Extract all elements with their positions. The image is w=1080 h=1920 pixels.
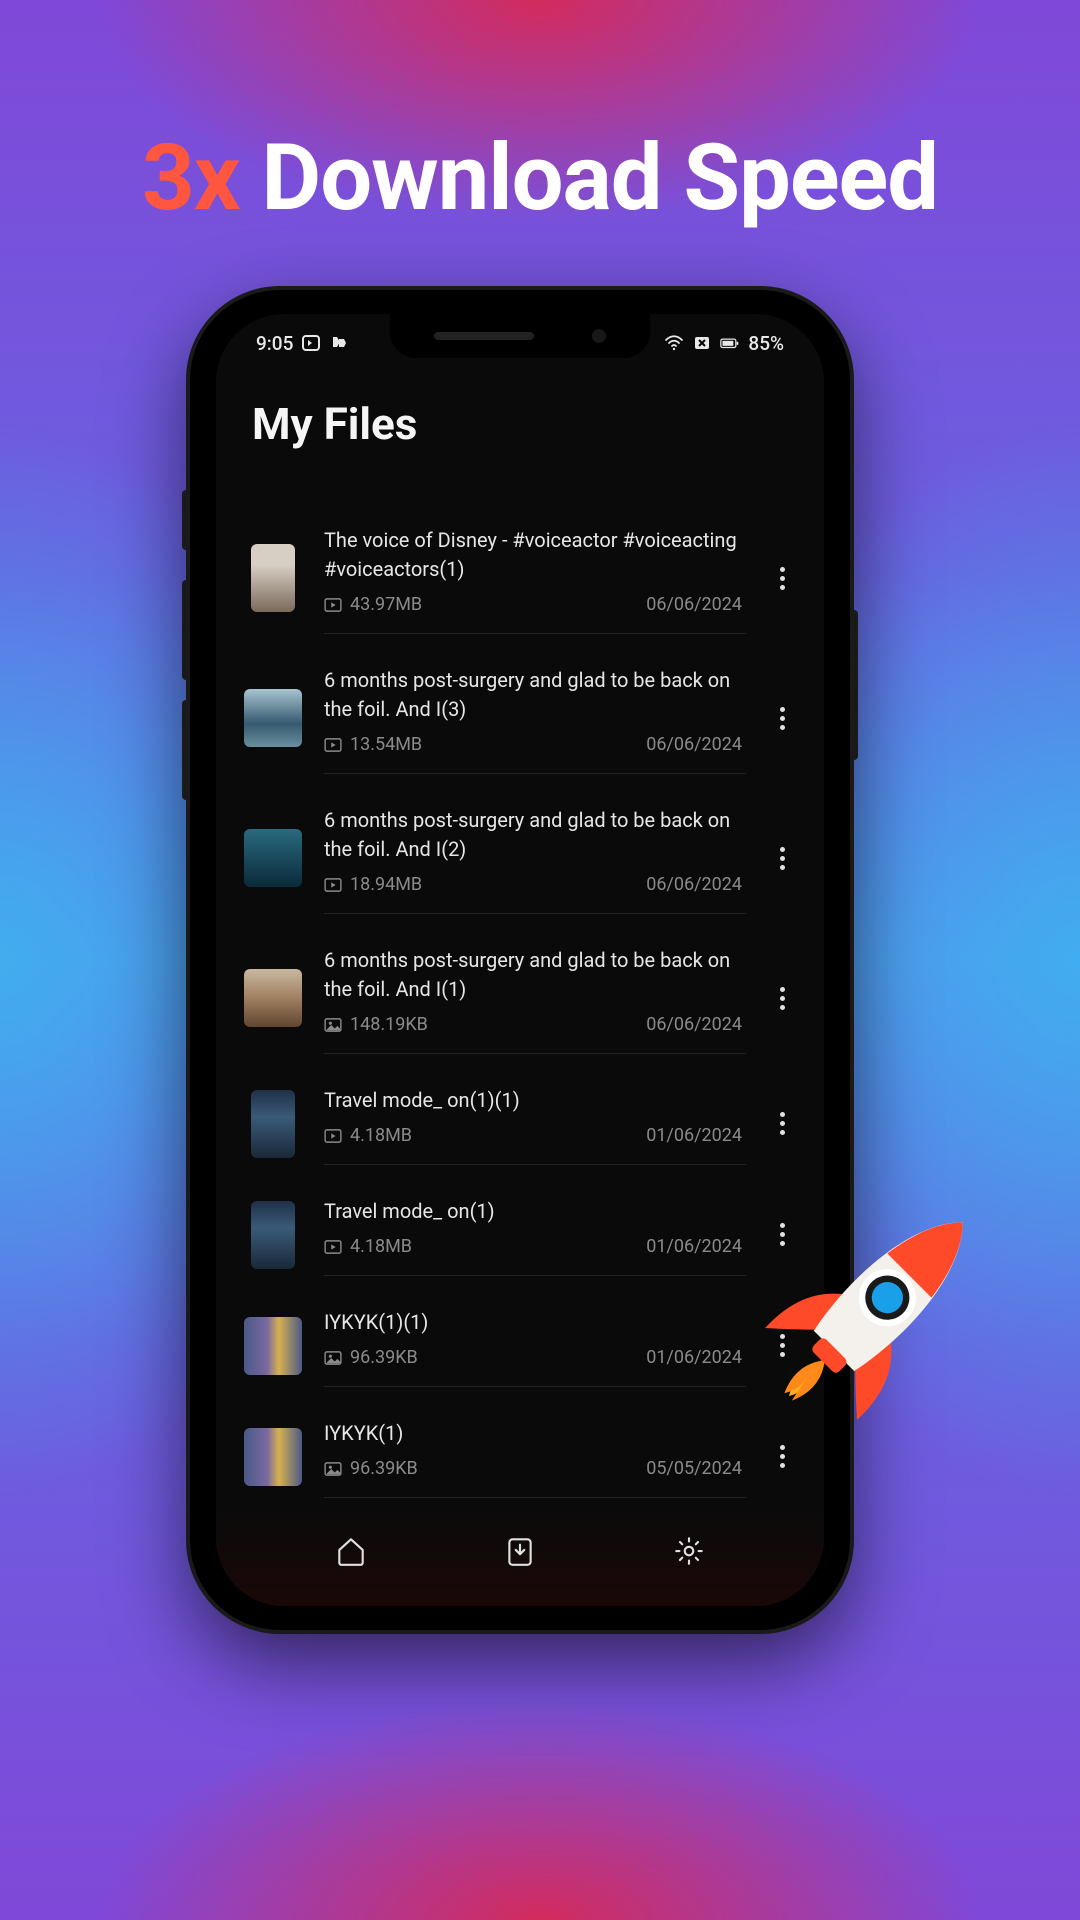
file-meta: 96.39KB 05/05/2024 (324, 1458, 742, 1479)
video-icon (324, 598, 342, 612)
nav-downloads-button[interactable] (500, 1531, 540, 1571)
page-title: My Files (216, 372, 824, 474)
file-row[interactable]: 6 months post-surgery and glad to be bac… (244, 928, 796, 1068)
file-date: 01/06/2024 (646, 1347, 742, 1368)
image-icon (324, 1462, 342, 1476)
file-date: 06/06/2024 (646, 874, 742, 895)
video-icon (324, 1240, 342, 1254)
headline: 3x Download Speed (0, 125, 1080, 232)
file-date: 06/06/2024 (646, 734, 742, 755)
file-row[interactable]: Travel mode_ on(1) 4.18MB 01/06/2024 (244, 1179, 796, 1290)
phone-side-button (182, 490, 190, 550)
file-body: Travel mode_ on(1)(1) 4.18MB 01/06/2024 (324, 1082, 746, 1165)
file-body: The voice of Disney - #voiceactor #voice… (324, 522, 746, 634)
phone-side-button (850, 610, 858, 760)
file-body: IYKYK(1) 96.39KB 05/05/2024 (324, 1415, 746, 1498)
file-body: Travel mode_ on(1) 4.18MB 01/06/2024 (324, 1193, 746, 1276)
file-row[interactable]: IYKYK(1) 96.39KB 05/05/2024 (244, 1401, 796, 1506)
file-meta: 43.97MB 06/06/2024 (324, 594, 742, 615)
file-meta: 13.54MB 06/06/2024 (324, 734, 742, 755)
file-title: 6 months post-surgery and glad to be bac… (324, 946, 742, 1004)
file-size: 96.39KB (350, 1347, 418, 1368)
more-options-button[interactable] (768, 837, 796, 880)
file-date: 01/06/2024 (646, 1125, 742, 1146)
file-body: 6 months post-surgery and glad to be bac… (324, 802, 746, 914)
file-size: 148.19KB (350, 1014, 428, 1035)
file-size: 43.97MB (350, 594, 422, 615)
file-row[interactable]: The voice of Disney - #voiceactor #voice… (244, 508, 796, 648)
file-date: 05/05/2024 (646, 1458, 742, 1479)
file-thumbnail[interactable] (244, 829, 302, 887)
nav-settings-button[interactable] (669, 1531, 709, 1571)
headline-accent: 3x (142, 125, 240, 232)
file-thumbnail[interactable] (244, 1428, 302, 1486)
file-size: 4.18MB (350, 1125, 412, 1146)
file-row[interactable]: 6 months post-surgery and glad to be bac… (244, 788, 796, 928)
battery-icon (720, 333, 740, 353)
file-title: IYKYK(1)(1) (324, 1308, 742, 1337)
file-title: IYKYK(1) (324, 1419, 742, 1448)
file-thumbnail[interactable] (251, 1201, 295, 1269)
more-options-button[interactable] (768, 1435, 796, 1478)
file-size: 96.39KB (350, 1458, 418, 1479)
phone-notch (390, 314, 650, 358)
video-icon (324, 738, 342, 752)
file-title: The voice of Disney - #voiceactor #voice… (324, 526, 742, 584)
status-battery-pct: 85% (748, 332, 784, 355)
file-meta: 18.94MB 06/06/2024 (324, 874, 742, 895)
file-body: IYKYK(1)(1) 96.39KB 01/06/2024 (324, 1304, 746, 1387)
status-app-icon (301, 333, 321, 353)
video-icon (324, 1129, 342, 1143)
more-options-button[interactable] (768, 697, 796, 740)
file-date: 01/06/2024 (646, 1236, 742, 1257)
rocket-icon (750, 1175, 1010, 1435)
file-thumbnail[interactable] (251, 1090, 295, 1158)
bottom-nav (216, 1506, 824, 1606)
front-camera (592, 329, 606, 343)
file-body: 6 months post-surgery and glad to be bac… (324, 942, 746, 1054)
file-row[interactable]: IYKYK(1)(1) 96.39KB 01/06/2024 (244, 1290, 796, 1401)
file-row[interactable]: 6 months post-surgery and glad to be bac… (244, 648, 796, 788)
file-date: 06/06/2024 (646, 1014, 742, 1035)
file-list[interactable]: The voice of Disney - #voiceactor #voice… (216, 474, 824, 1506)
file-size: 18.94MB (350, 874, 422, 895)
file-row[interactable]: Travel mode_ on(1)(1) 4.18MB 01/06/2024 (244, 1068, 796, 1179)
file-title: Travel mode_ on(1)(1) (324, 1086, 742, 1115)
phone-side-button (182, 700, 190, 800)
file-meta: 96.39KB 01/06/2024 (324, 1347, 742, 1368)
nav-home-button[interactable] (331, 1531, 371, 1571)
file-thumbnail[interactable] (244, 689, 302, 747)
file-meta: 4.18MB 01/06/2024 (324, 1125, 742, 1146)
file-thumbnail[interactable] (244, 1317, 302, 1375)
status-app-icon-2 (329, 333, 349, 353)
video-icon (324, 878, 342, 892)
more-options-button[interactable] (768, 557, 796, 600)
file-title: Travel mode_ on(1) (324, 1197, 742, 1226)
file-body: 6 months post-surgery and glad to be bac… (324, 662, 746, 774)
image-icon (324, 1351, 342, 1365)
file-meta: 4.18MB 01/06/2024 (324, 1236, 742, 1257)
file-thumbnail[interactable] (244, 969, 302, 1027)
phone-side-button (182, 580, 190, 680)
image-icon (324, 1018, 342, 1032)
close-badge-icon (692, 333, 712, 353)
wifi-icon (664, 333, 684, 353)
speaker-grill (434, 332, 534, 340)
headline-rest: Download Speed (240, 125, 938, 232)
file-size: 13.54MB (350, 734, 422, 755)
status-time: 9:05 (256, 332, 293, 355)
file-title: 6 months post-surgery and glad to be bac… (324, 666, 742, 724)
more-options-button[interactable] (768, 1102, 796, 1145)
file-size: 4.18MB (350, 1236, 412, 1257)
file-thumbnail[interactable] (251, 544, 295, 612)
more-options-button[interactable] (768, 977, 796, 1020)
phone-screen: 9:05 85% My File (216, 314, 824, 1606)
file-date: 06/06/2024 (646, 594, 742, 615)
file-meta: 148.19KB 06/06/2024 (324, 1014, 742, 1035)
file-title: 6 months post-surgery and glad to be bac… (324, 806, 742, 864)
